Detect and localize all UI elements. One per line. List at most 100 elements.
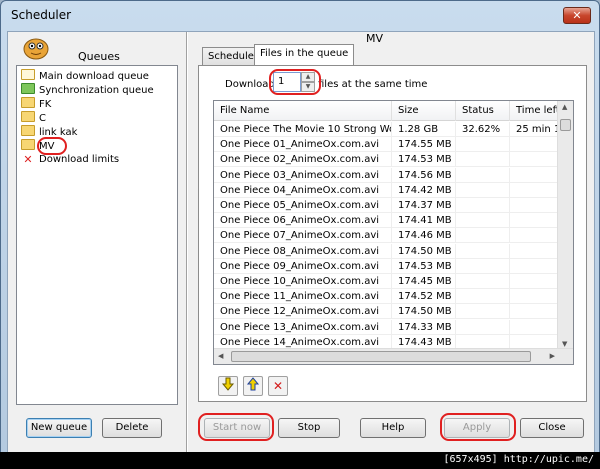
- scroll-left-icon[interactable]: ◀: [218, 352, 223, 360]
- image-host-caption: [657x495] http://upic.me/: [0, 452, 600, 469]
- cell-file-name: One Piece 01_AnimeOx.com.avi: [214, 137, 392, 153]
- tab-files-in-queue[interactable]: Files in the queue: [254, 44, 355, 65]
- cell-time-left: [510, 213, 559, 229]
- table-row[interactable]: One Piece 04_AnimeOx.com.avi 174.42 MB: [214, 182, 559, 198]
- cell-file-name: One Piece 08_AnimeOx.com.avi: [214, 243, 392, 259]
- vertical-scrollbar[interactable]: ▲ ▼: [557, 101, 573, 350]
- column-header-size[interactable]: Size: [392, 101, 456, 121]
- table-row[interactable]: One Piece 03_AnimeOx.com.avi 174.56 MB: [214, 167, 559, 183]
- move-down-icon[interactable]: [218, 376, 238, 396]
- cell-time-left: [510, 274, 559, 289]
- queues-title: Queues: [78, 50, 120, 63]
- cell-time-left: [510, 243, 559, 259]
- table-row[interactable]: One Piece 07_AnimeOx.com.avi 174.46 MB: [214, 228, 559, 244]
- cell-time-left: [510, 319, 559, 335]
- cell-size: 174.45 MB: [392, 274, 456, 289]
- cell-size: 174.56 MB: [392, 167, 456, 183]
- cell-status: [456, 258, 510, 274]
- queue-tree[interactable]: Main download queue Synchronization queu…: [16, 65, 178, 405]
- table-row[interactable]: One Piece The Movie 10 Strong Worl...1.2…: [214, 122, 559, 137]
- folder-icon: [21, 111, 35, 122]
- cell-time-left: [510, 289, 559, 305]
- cell-file-name: One Piece 06_AnimeOx.com.avi: [214, 213, 392, 229]
- move-up-icon[interactable]: [243, 376, 263, 396]
- download-label: Download: [225, 79, 275, 90]
- cell-size: 174.41 MB: [392, 213, 456, 229]
- cell-time-left: [510, 228, 559, 244]
- folder-icon: [21, 97, 35, 108]
- table-row[interactable]: One Piece 06_AnimeOx.com.avi 174.41 MB: [214, 213, 559, 229]
- cell-status: [456, 289, 510, 305]
- tree-item-main-download-queue[interactable]: Main download queue: [21, 69, 149, 83]
- start-now-highlight: [198, 413, 274, 441]
- table-row[interactable]: One Piece 09_AnimeOx.com.avi 174.53 MB: [214, 258, 559, 274]
- cell-file-name: One Piece 02_AnimeOx.com.avi: [214, 152, 392, 168]
- cell-size: 174.37 MB: [392, 198, 456, 213]
- tree-item-download-limits[interactable]: ✕ Download limits: [21, 153, 119, 167]
- table-row[interactable]: One Piece 01_AnimeOx.com.avi 174.55 MB: [214, 137, 559, 153]
- cell-size: 174.33 MB: [392, 319, 456, 335]
- vertical-scroll-thumb[interactable]: [560, 119, 571, 131]
- tree-item-label: C: [39, 113, 46, 124]
- cell-size: 174.53 MB: [392, 152, 456, 168]
- tree-item-c[interactable]: C: [21, 111, 46, 125]
- close-button[interactable]: Close: [520, 418, 584, 438]
- title-bar: Scheduler ✕: [1, 1, 599, 31]
- scroll-down-icon[interactable]: ▼: [562, 340, 567, 348]
- cell-status: [456, 198, 510, 213]
- cell-status: [456, 274, 510, 289]
- scheduler-window: Scheduler ✕ Queues Main download queue S…: [0, 0, 600, 469]
- table-row[interactable]: One Piece 08_AnimeOx.com.avi 174.50 MB: [214, 243, 559, 259]
- selected-queue-name: MV: [366, 32, 384, 45]
- cell-status: 32.62%: [456, 122, 510, 137]
- cell-file-name: One Piece The Movie 10 Strong Worl...: [214, 122, 392, 137]
- cell-size: 174.42 MB: [392, 182, 456, 198]
- table-row[interactable]: One Piece 13_AnimeOx.com.avi 174.33 MB: [214, 319, 559, 335]
- cell-status: [456, 228, 510, 244]
- cell-status: [456, 137, 510, 153]
- column-header-status[interactable]: Status: [456, 101, 510, 121]
- new-queue-button[interactable]: New queue: [26, 418, 92, 438]
- scheduler-logo-icon: [23, 38, 49, 60]
- horizontal-scrollbar[interactable]: ◀ ▶: [214, 348, 573, 364]
- cell-size: 174.55 MB: [392, 137, 456, 153]
- table-row[interactable]: One Piece 02_AnimeOx.com.avi 174.53 MB: [214, 152, 559, 168]
- tree-item-fk[interactable]: FK: [21, 97, 51, 111]
- cell-file-name: One Piece 12_AnimeOx.com.avi: [214, 304, 392, 320]
- scroll-right-icon[interactable]: ▶: [550, 352, 555, 360]
- cell-file-name: One Piece 05_AnimeOx.com.avi: [214, 198, 392, 213]
- horizontal-scroll-thumb[interactable]: [231, 351, 531, 362]
- tree-item-synchronization-queue[interactable]: Synchronization queue: [21, 83, 154, 97]
- stop-button[interactable]: Stop: [278, 418, 340, 438]
- cell-status: [456, 167, 510, 183]
- cell-time-left: [510, 258, 559, 274]
- delete-queue-button[interactable]: Delete: [102, 418, 162, 438]
- cell-time-left: [510, 182, 559, 198]
- download-count-highlight: [269, 69, 321, 95]
- close-window-button[interactable]: ✕: [563, 7, 591, 24]
- table-row[interactable]: One Piece 05_AnimeOx.com.avi 174.37 MB: [214, 198, 559, 213]
- cell-size: 174.50 MB: [392, 243, 456, 259]
- table-row[interactable]: One Piece 11_AnimeOx.com.avi 174.52 MB: [214, 289, 559, 305]
- help-button[interactable]: Help: [360, 418, 426, 438]
- folder-icon: [21, 125, 35, 136]
- files-grid[interactable]: File Name Size Status Time left One Piec…: [213, 100, 574, 365]
- cell-status: [456, 319, 510, 335]
- column-header-time-left[interactable]: Time left: [510, 101, 559, 121]
- cell-size: 174.50 MB: [392, 304, 456, 320]
- cell-status: [456, 213, 510, 229]
- tree-item-label: Download limits: [39, 154, 120, 165]
- scroll-up-icon[interactable]: ▲: [562, 103, 567, 111]
- table-row[interactable]: One Piece 12_AnimeOx.com.avi 174.50 MB: [214, 304, 559, 320]
- cell-size: 174.46 MB: [392, 228, 456, 244]
- tab-schedule[interactable]: Schedule: [202, 47, 260, 65]
- cell-file-name: One Piece 10_AnimeOx.com.avi: [214, 274, 392, 289]
- column-header-file-name[interactable]: File Name: [214, 101, 392, 121]
- cell-time-left: [510, 137, 559, 153]
- table-row[interactable]: One Piece 10_AnimeOx.com.avi 174.45 MB: [214, 274, 559, 289]
- folder-icon: [21, 139, 35, 150]
- cell-time-left: [510, 198, 559, 213]
- mv-highlight: [37, 137, 67, 155]
- cell-file-name: One Piece 03_AnimeOx.com.avi: [214, 167, 392, 183]
- remove-icon[interactable]: ✕: [268, 376, 288, 396]
